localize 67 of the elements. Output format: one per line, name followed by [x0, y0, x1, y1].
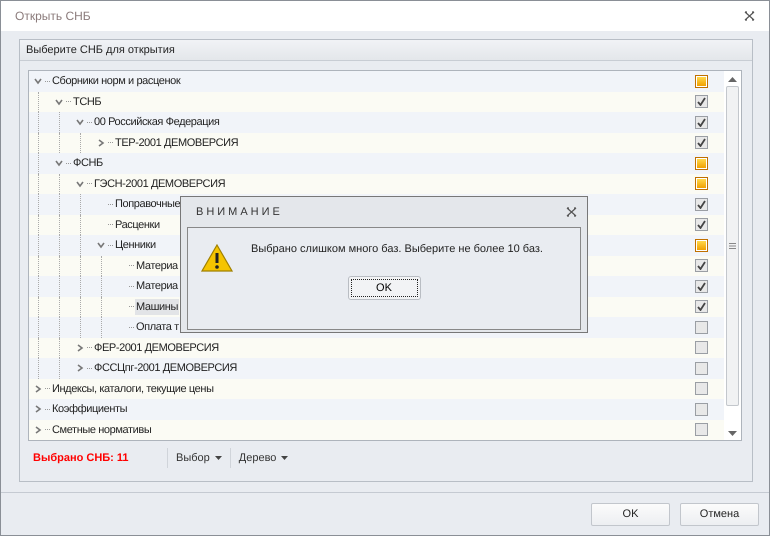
grip-icon — [729, 243, 736, 249]
dropdown-menu[interactable]: Выбор — [172, 450, 226, 466]
tree-item[interactable]: ТЕР-2001 ДЕМОВЕРСИЯ — [114, 134, 240, 151]
checkbox[interactable] — [694, 95, 708, 108]
tree-item[interactable]: Расценки — [114, 216, 161, 233]
checkbox[interactable] — [694, 259, 708, 272]
tree-item[interactable]: ТСНБ — [72, 94, 102, 110]
checkbox[interactable] — [694, 320, 708, 334]
tree-item[interactable]: Сборники норм и расценок — [51, 73, 182, 90]
checkbox[interactable] — [694, 300, 708, 314]
checkbox[interactable] — [694, 74, 708, 88]
tree-item[interactable]: Машины — [135, 298, 179, 315]
tree-item[interactable]: Материа — [135, 278, 179, 294]
checkbox[interactable] — [694, 402, 708, 416]
tree-item[interactable]: Ценники — [114, 237, 157, 254]
expander-icon[interactable] — [55, 98, 63, 106]
dialog-title: ВНИМАНИЕ — [196, 206, 283, 218]
checkbox[interactable] — [694, 382, 708, 396]
checkbox[interactable] — [694, 198, 708, 211]
scroll-thumb[interactable] — [726, 86, 739, 406]
ok-button[interactable]: OK — [348, 276, 420, 300]
warning-icon — [201, 244, 233, 272]
tree-item[interactable]: ФССЦпг-2001 ДЕМОВЕРСИЯ — [93, 360, 238, 376]
tree-item[interactable]: Материа — [135, 258, 179, 274]
expander-icon[interactable] — [76, 364, 84, 372]
checkbox[interactable] — [694, 136, 708, 150]
dialog-message: Выбрано слишком много баз. Выберите не более 10 баз. — [251, 243, 543, 255]
checkbox[interactable] — [694, 280, 708, 293]
checkbox[interactable] — [694, 423, 708, 436]
expander-icon[interactable] — [97, 138, 105, 147]
cancel-button[interactable]: Отмена — [680, 502, 759, 526]
group-title: Выберите СНБ для открытия — [26, 44, 175, 56]
expander-icon[interactable] — [76, 180, 84, 188]
expander-icon[interactable] — [97, 241, 105, 250]
expander-icon[interactable] — [76, 118, 84, 126]
tree-item[interactable]: Индексы, каталоги, текущие цены — [51, 380, 215, 397]
tree-item[interactable]: Поправочные — [114, 196, 182, 212]
expander-icon[interactable] — [34, 426, 42, 434]
tree-item[interactable]: 00 Российская Федерация — [93, 114, 220, 130]
selected-count: Выбрано СНБ: 11 — [33, 452, 130, 464]
tree-item[interactable]: ГЭСН-2001 ДЕМОВЕРСИЯ — [93, 176, 226, 192]
tree-item[interactable]: ФЕР-2001 ДЕМОВЕРСИЯ — [93, 340, 220, 356]
checkbox[interactable] — [694, 156, 708, 170]
expander-icon[interactable] — [34, 77, 42, 86]
window-title: Открыть СНБ — [15, 9, 91, 23]
expander-icon[interactable] — [34, 405, 42, 414]
tree-item[interactable]: Коэффициенты — [51, 401, 128, 418]
close-icon[interactable] — [744, 11, 755, 21]
tree-item[interactable]: Оплата т — [135, 319, 180, 336]
dropdown-menu[interactable]: Дерево — [234, 450, 292, 466]
ok-button[interactable]: OK — [591, 502, 670, 526]
checkbox[interactable] — [694, 362, 708, 375]
caret-icon — [281, 456, 288, 460]
checkbox[interactable] — [694, 116, 708, 129]
tree-item[interactable]: Сметные нормативы — [51, 422, 152, 438]
expander-icon[interactable] — [34, 384, 42, 393]
expander-icon[interactable] — [76, 344, 84, 352]
caret-icon — [214, 456, 222, 460]
scroll-up-icon[interactable] — [728, 77, 737, 82]
expander-icon[interactable] — [55, 159, 63, 168]
scroll-down-icon[interactable] — [728, 431, 737, 436]
checkbox[interactable] — [694, 218, 708, 232]
tree-item[interactable]: ФСНБ — [72, 155, 104, 172]
close-icon[interactable] — [566, 207, 577, 217]
checkbox[interactable] — [694, 238, 708, 252]
checkbox[interactable] — [694, 341, 708, 354]
checkbox[interactable] — [694, 177, 708, 190]
